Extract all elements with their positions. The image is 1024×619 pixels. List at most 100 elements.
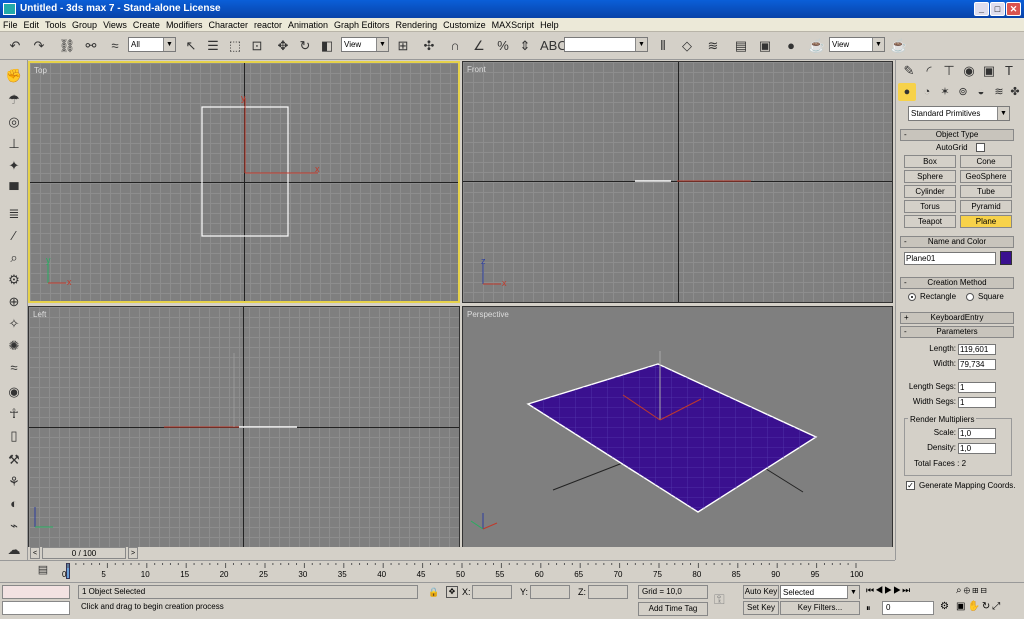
width-segs-input[interactable]: 1 [958, 397, 996, 408]
menu-reactor[interactable]: reactor [251, 18, 285, 32]
tool-icon-15[interactable]: ◉ [4, 382, 24, 402]
rollout-keyboard-entry[interactable]: + KeyboardEntry [900, 312, 1014, 324]
percent-snap-icon[interactable]: % [492, 35, 514, 57]
tool-icon-17[interactable]: ▯ [4, 426, 24, 446]
tool-icon-9[interactable]: ⌕ [4, 248, 24, 268]
scale-input[interactable]: 1,0 [958, 428, 996, 439]
selection-filter-dropdown[interactable]: All [128, 37, 176, 52]
set-key-button[interactable]: Set Key [743, 601, 779, 615]
key-mode-dropdown[interactable]: Selected [780, 585, 860, 599]
tool-icon-7[interactable]: ≣ [4, 204, 24, 224]
viewport-top[interactable]: Top y x y x [28, 61, 460, 303]
gen-mapping-checkbox[interactable]: ✓ [906, 481, 915, 490]
spinner-snap-icon[interactable]: ⇕ [514, 35, 536, 57]
plane-button[interactable]: Plane [960, 215, 1012, 228]
viewport-front[interactable]: Front z x [462, 61, 893, 303]
tool-icon-10[interactable]: ⚙ [4, 270, 24, 290]
helpers-icon[interactable]: ◒ [972, 83, 990, 101]
align-icon[interactable]: ◇ [676, 35, 698, 57]
undo-icon[interactable]: ↶ [4, 35, 26, 57]
rotate-icon[interactable]: ↻ [294, 35, 316, 57]
geosphere-button[interactable]: GeoSphere [960, 170, 1012, 183]
scale-icon[interactable]: ◧ [316, 35, 338, 57]
rollout-name-color[interactable]: - Name and Color [900, 236, 1014, 248]
y-coord-field[interactable] [530, 585, 570, 599]
tube-button[interactable]: Tube [960, 185, 1012, 198]
tool-icon-13[interactable]: ✺ [4, 336, 24, 356]
rect-selection-icon[interactable]: ⬚ [224, 35, 246, 57]
cone-button[interactable]: Cone [960, 155, 1012, 168]
tool-icon-18[interactable]: ⚒ [4, 450, 24, 470]
time-prev-button[interactable]: < [30, 547, 40, 559]
tool-icon-3[interactable]: ◎ [4, 112, 24, 132]
cameras-icon[interactable]: ⊚ [954, 83, 972, 101]
menu-rendering[interactable]: Rendering [393, 18, 441, 32]
tool-icon-20[interactable]: ◐ [4, 494, 24, 514]
length-segs-input[interactable]: 1 [958, 382, 996, 393]
tool-icon-1[interactable]: ✊ [4, 66, 24, 86]
render-scene-icon[interactable]: ☕ [806, 35, 828, 57]
maximize-button[interactable]: □ [990, 2, 1005, 16]
snap-toggle-icon[interactable]: ∩ [444, 35, 466, 57]
display-tab-icon[interactable]: ▣ [978, 60, 1000, 82]
schematic-view-icon[interactable]: ▣ [754, 35, 776, 57]
menu-group[interactable]: Group [69, 18, 100, 32]
menu-graph-editors[interactable]: Graph Editors [331, 18, 393, 32]
viewport-left[interactable]: Left [28, 306, 460, 548]
minimize-button[interactable]: _ [974, 2, 989, 16]
time-slider-thumb[interactable]: 0 / 100 [42, 547, 126, 559]
menu-help[interactable]: Help [537, 18, 562, 32]
rectangle-radio[interactable] [908, 293, 916, 301]
reference-coord-dropdown[interactable]: View [341, 37, 389, 52]
key-mode-toggle-icon[interactable]: ⏸ [866, 603, 871, 614]
tool-icon-14[interactable]: ≈ [4, 358, 24, 378]
manipulate-icon[interactable]: ✣ [418, 35, 440, 57]
teapot-button[interactable]: Teapot [904, 215, 956, 228]
torus-button[interactable]: Torus [904, 200, 956, 213]
object-name-input[interactable]: Plane01 [904, 252, 996, 265]
layer-manager-icon[interactable]: ≋ [702, 35, 724, 57]
time-config-icon[interactable]: ⚙ [940, 601, 949, 612]
motion-tab-icon[interactable]: ◉ [958, 60, 980, 82]
track-bar[interactable]: ▤ 0 5 10 15 20 25 30 35 40 45 50 55 60 65 70 75 80 85 90 95… [0, 560, 895, 582]
maxscript-listener-white[interactable] [2, 601, 70, 615]
rollout-object-type[interactable]: - Object Type [900, 129, 1014, 141]
tool-icon-16[interactable]: ☥ [4, 404, 24, 424]
tool-icon-8[interactable]: ⁄ [4, 226, 24, 246]
square-radio[interactable] [966, 293, 974, 301]
transform-mode-icon[interactable]: ✥ [446, 586, 458, 598]
lights-icon[interactable]: ✶ [936, 83, 954, 101]
curve-editor-icon[interactable]: ▤ [730, 35, 752, 57]
maxscript-listener-pink[interactable] [2, 585, 70, 599]
geometry-icon[interactable]: ● [898, 83, 916, 101]
menu-edit[interactable]: Edit [21, 18, 43, 32]
key-filters-button[interactable]: Key Filters... [780, 601, 860, 615]
render-view-dropdown[interactable]: View [829, 37, 885, 52]
z-coord-field[interactable] [588, 585, 628, 599]
sphere-button[interactable]: Sphere [904, 170, 956, 183]
box-button[interactable]: Box [904, 155, 956, 168]
menu-create[interactable]: Create [130, 18, 163, 32]
menu-customize[interactable]: Customize [440, 18, 489, 32]
quick-render-icon[interactable]: ☕ [888, 35, 910, 57]
rollout-parameters[interactable]: - Parameters [900, 326, 1014, 338]
close-button[interactable]: ✕ [1006, 2, 1021, 16]
select-object-icon[interactable]: ↖ [180, 35, 202, 57]
length-input[interactable]: 119,601 [958, 344, 996, 355]
menu-animation[interactable]: Animation [285, 18, 331, 32]
hierarchy-tab-icon[interactable]: ⊤ [938, 60, 960, 82]
select-by-name-icon[interactable]: ☰ [202, 35, 224, 57]
viewport-nav-row2[interactable]: ▣✋↻⤢ [956, 601, 1002, 612]
category-dropdown[interactable]: Standard Primitives [908, 106, 1010, 121]
density-input[interactable]: 1,0 [958, 443, 996, 454]
utilities-tab-icon[interactable]: T [998, 60, 1020, 82]
tool-icon-4[interactable]: ⊥ [4, 134, 24, 154]
material-editor-icon[interactable]: ● [780, 35, 802, 57]
select-link-icon[interactable]: ⛓ [56, 35, 78, 57]
tool-icon-6[interactable]: ▀ [4, 180, 24, 200]
pyramid-button[interactable]: Pyramid [960, 200, 1012, 213]
create-tab-icon[interactable]: ✎ [898, 60, 920, 82]
tool-icon-2[interactable]: ☂ [4, 90, 24, 110]
menu-tools[interactable]: Tools [42, 18, 69, 32]
window-crossing-icon[interactable]: ⊡ [246, 35, 268, 57]
